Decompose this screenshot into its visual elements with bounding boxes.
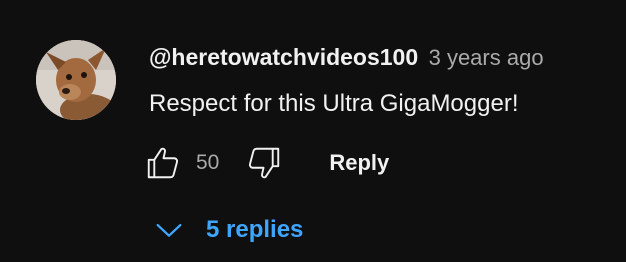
like-count: 50 bbox=[196, 151, 220, 174]
like-button[interactable] bbox=[140, 140, 186, 186]
thumbs-up-icon bbox=[147, 147, 179, 179]
replies-count-label: 5 replies bbox=[206, 216, 304, 243]
comment-timestamp[interactable]: 3 years ago bbox=[429, 45, 544, 70]
avatar[interactable] bbox=[36, 40, 116, 120]
comment-actions: 50 Reply bbox=[140, 140, 389, 186]
thumbs-down-icon bbox=[249, 147, 280, 179]
dislike-button[interactable] bbox=[241, 140, 287, 186]
avatar-dog-image bbox=[36, 40, 116, 120]
comment-thread: @heretowatchvideos100 3 years ago Respec… bbox=[0, 0, 626, 262]
comment-text: Respect for this Ultra GigaMogger! bbox=[149, 90, 519, 117]
author-name[interactable]: @heretowatchvideos100 bbox=[149, 44, 418, 70]
chevron-down-icon bbox=[156, 223, 182, 237]
view-replies-button[interactable]: 5 replies bbox=[152, 208, 303, 252]
reply-button[interactable]: Reply bbox=[329, 150, 389, 176]
comment-header: @heretowatchvideos100 3 years ago bbox=[149, 42, 544, 76]
